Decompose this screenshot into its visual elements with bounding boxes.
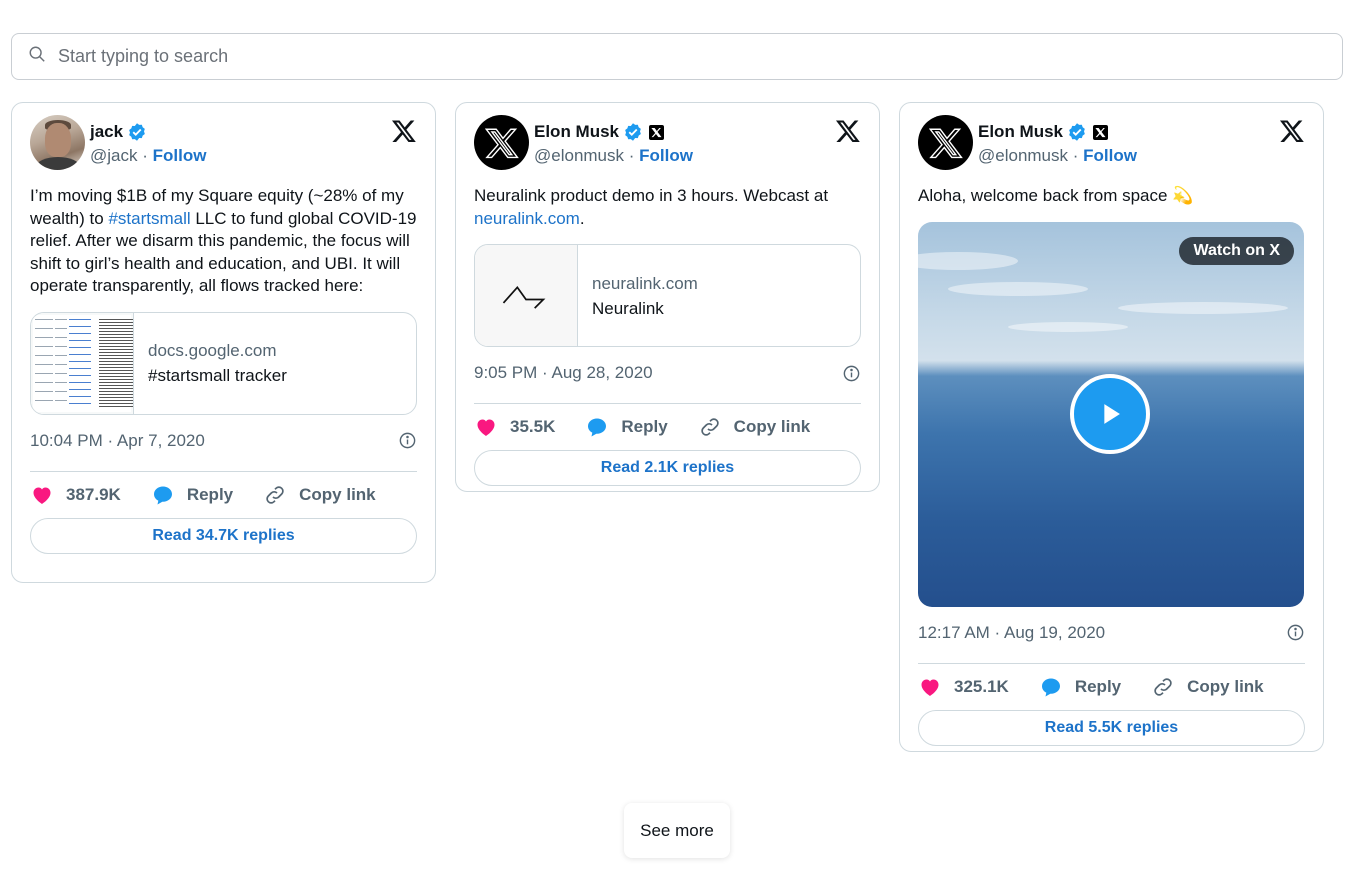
- like-count: 35.5K: [510, 417, 556, 436]
- search-icon: [28, 45, 46, 68]
- link-icon: [1154, 677, 1172, 696]
- copy-link-button[interactable]: Copy link: [1151, 675, 1264, 699]
- read-replies-button[interactable]: Read 2.1K replies: [474, 450, 861, 486]
- author-name[interactable]: jack: [90, 121, 123, 143]
- copy-link-label: Copy link: [299, 484, 376, 504]
- x-logo-icon[interactable]: [391, 118, 417, 144]
- read-replies-button[interactable]: Read 34.7K replies: [30, 517, 417, 554]
- timestamp[interactable]: 9:05 PM · Aug 28, 2020: [474, 363, 653, 383]
- heart-icon: [921, 679, 939, 696]
- neuralink-logo-icon: [502, 285, 546, 309]
- like-button[interactable]: 35.5K: [474, 415, 555, 439]
- tweet-card: jack @jack · Follow I’m moving $1B of my…: [11, 102, 436, 583]
- search-input[interactable]: [58, 46, 1308, 67]
- reply-label: Reply: [621, 417, 668, 436]
- link-icon: [266, 485, 284, 504]
- tweet-header: Elon Musk @elonmusk · Follow: [918, 115, 1305, 175]
- tweet-text: Aloha, welcome back from space 💫: [918, 186, 1194, 205]
- heart-icon: [33, 487, 51, 504]
- avatar[interactable]: [918, 115, 973, 170]
- copy-link-label: Copy link: [733, 417, 811, 436]
- avatar[interactable]: [474, 115, 529, 170]
- reply-button[interactable]: Reply: [151, 483, 233, 507]
- x-logo-icon[interactable]: [835, 118, 861, 144]
- verified-badge-icon: [129, 123, 145, 141]
- search-bar[interactable]: [11, 33, 1343, 80]
- like-count: 325.1K: [954, 676, 1009, 696]
- author-handle[interactable]: @elonmusk: [978, 146, 1068, 165]
- play-icon: [1104, 403, 1120, 424]
- verified-badge-icon: [1069, 123, 1085, 141]
- see-more-button[interactable]: See more: [624, 803, 730, 858]
- author-handle[interactable]: @jack: [90, 146, 138, 165]
- author-handle[interactable]: @elonmusk: [534, 146, 624, 165]
- author-name[interactable]: Elon Musk: [978, 121, 1063, 143]
- follow-link[interactable]: Follow: [639, 146, 693, 165]
- tweet-header: jack @jack · Follow: [30, 115, 417, 175]
- spreadsheet-thumbnail: [31, 312, 134, 414]
- heart-icon: [477, 419, 495, 436]
- tweet-card: Elon Musk @elonmusk · Follow Neuralink p…: [455, 102, 880, 492]
- reply-button[interactable]: Reply: [1039, 675, 1121, 699]
- link-domain: docs.google.com: [148, 341, 277, 360]
- reply-label: Reply: [186, 484, 234, 504]
- timestamp[interactable]: 12:17 AM · Aug 19, 2020: [918, 623, 1105, 643]
- copy-link-label: Copy link: [1187, 676, 1264, 696]
- tweet-text: Neuralink product demo in 3 hours. Webca…: [474, 186, 829, 228]
- verified-badge-icon: [625, 123, 641, 141]
- reply-bubble-icon: [153, 486, 172, 504]
- like-button[interactable]: 387.9K: [30, 483, 121, 507]
- reply-bubble-icon: [1041, 678, 1060, 696]
- separator: ·: [628, 146, 635, 165]
- reply-label: Reply: [1074, 676, 1122, 696]
- info-icon[interactable]: [842, 364, 861, 383]
- hashtag-link[interactable]: #startsmall: [108, 209, 190, 228]
- link-preview-card[interactable]: docs.google.com #startsmall tracker: [30, 311, 417, 415]
- reply-button[interactable]: Reply: [585, 415, 668, 439]
- timestamp[interactable]: 10:04 PM · Apr 7, 2020: [30, 431, 205, 451]
- copy-link-button[interactable]: Copy link: [698, 415, 811, 439]
- link-domain: neuralink.com: [592, 273, 698, 293]
- link-preview-card[interactable]: neuralink.com Neuralink: [474, 244, 861, 347]
- like-count: 387.9K: [66, 484, 121, 504]
- link-title: #startsmall tracker: [148, 366, 287, 385]
- separator: ·: [1072, 146, 1079, 165]
- info-icon[interactable]: [398, 431, 417, 450]
- follow-link[interactable]: Follow: [1083, 146, 1137, 165]
- separator: ·: [142, 146, 148, 165]
- x-logo-icon: [484, 128, 519, 158]
- avatar[interactable]: [30, 115, 85, 170]
- follow-link[interactable]: Follow: [153, 146, 207, 165]
- url-link[interactable]: neuralink.com: [474, 209, 580, 228]
- watch-on-x-badge[interactable]: Watch on X: [1179, 236, 1294, 265]
- tweet-text: I’m moving $1B of my Square equity (~28%…: [30, 186, 417, 295]
- link-title: Neuralink: [592, 298, 664, 318]
- video-media[interactable]: Watch on X: [918, 221, 1304, 607]
- author-name[interactable]: Elon Musk: [534, 121, 619, 143]
- read-replies-button[interactable]: Read 5.5K replies: [918, 709, 1305, 746]
- affiliate-x-badge-icon: [649, 124, 665, 140]
- neuralink-thumbnail: [475, 245, 578, 346]
- tweet-card: Elon Musk @elonmusk · Follow Aloha, welc…: [899, 102, 1324, 752]
- x-logo-icon: [928, 128, 963, 158]
- like-button[interactable]: 325.1K: [918, 675, 1009, 699]
- x-logo-icon[interactable]: [1279, 118, 1305, 144]
- reply-bubble-icon: [588, 418, 607, 437]
- link-icon: [700, 418, 719, 436]
- tweet-header: Elon Musk @elonmusk · Follow: [474, 115, 861, 175]
- info-icon[interactable]: [1286, 623, 1305, 642]
- affiliate-x-badge-icon: [1093, 124, 1109, 140]
- play-button[interactable]: [1070, 373, 1150, 454]
- copy-link-button[interactable]: Copy link: [263, 483, 376, 507]
